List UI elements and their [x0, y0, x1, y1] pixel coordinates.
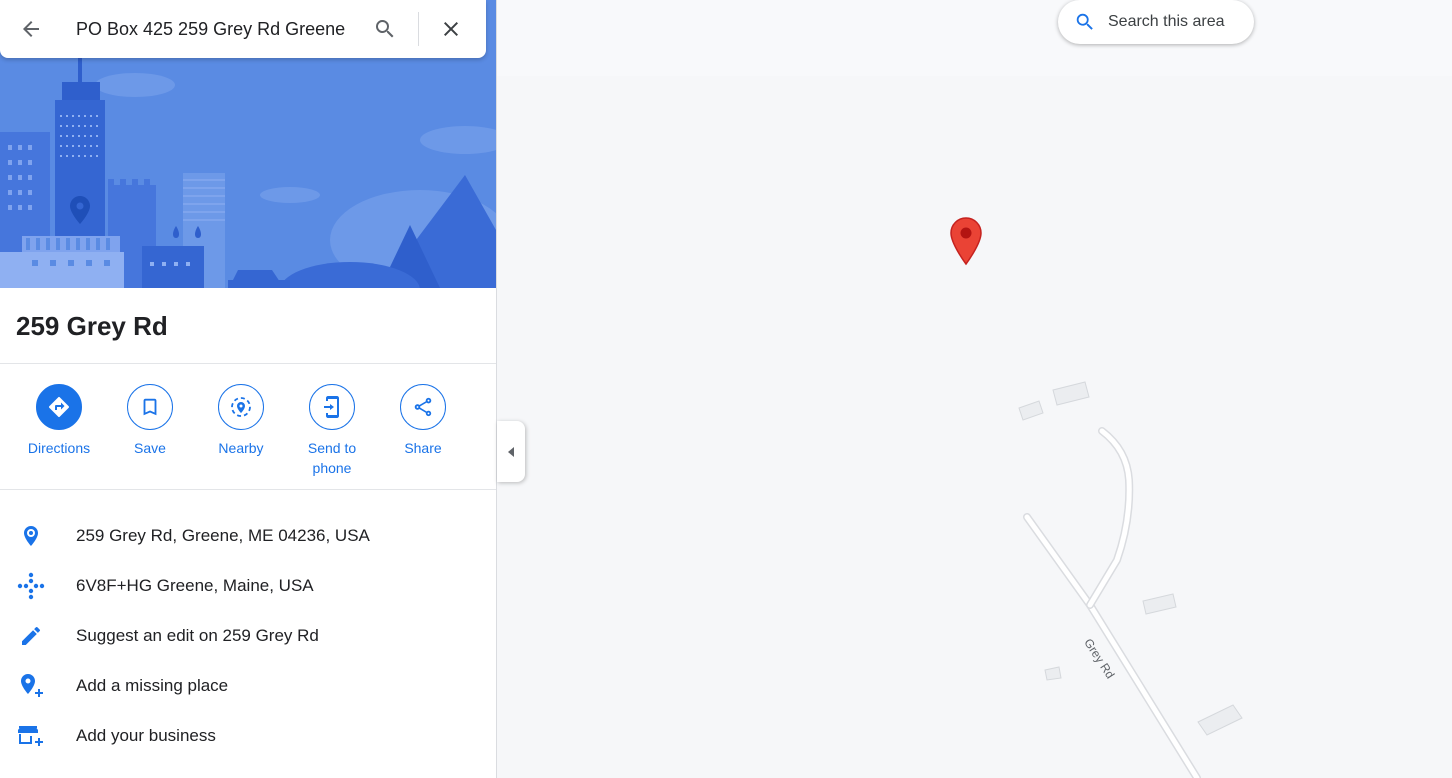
share-button[interactable]: Share: [378, 384, 468, 458]
add-business-row[interactable]: Add your business: [0, 710, 496, 760]
action-label: Save: [134, 440, 166, 456]
action-label: Share: [404, 440, 442, 456]
nearby-icon: [231, 397, 251, 417]
search-box: [0, 0, 486, 58]
arrow-left-icon: [23, 21, 39, 37]
add-business-text: Add your business: [76, 726, 216, 745]
add-place-icon: [21, 674, 43, 697]
plus-code-icon: [17, 572, 45, 600]
location-pin-icon: [24, 526, 38, 546]
address-text: 259 Grey Rd, Greene, ME 04236, USA: [76, 526, 370, 545]
map-roads: [1018, 381, 1243, 778]
bookmark-icon: [143, 398, 157, 416]
search-this-area-label: Search this area: [1108, 13, 1225, 30]
search-input[interactable]: [76, 17, 356, 41]
save-button[interactable]: Save: [105, 384, 195, 458]
location-marker[interactable]: [948, 216, 984, 266]
back-button[interactable]: [14, 12, 48, 46]
address-row[interactable]: 259 Grey Rd, Greene, ME 04236, USA: [0, 510, 496, 560]
map-canvas[interactable]: [497, 0, 1452, 778]
directions-button[interactable]: Directions: [14, 384, 104, 458]
nearby-button[interactable]: Nearby: [196, 384, 286, 458]
caret-left-icon: [508, 446, 514, 457]
suggest-edit-row[interactable]: Suggest an edit on 259 Grey Rd: [0, 610, 496, 660]
plus-code-text: 6V8F+HG Greene, Maine, USA: [76, 576, 314, 595]
plus-code-row[interactable]: 6V8F+HG Greene, Maine, USA: [0, 560, 496, 610]
search-this-area-button[interactable]: Search this area: [1058, 0, 1254, 44]
search-icon: [376, 20, 394, 38]
action-label: Send to phone: [307, 440, 357, 476]
search-icon: [1076, 13, 1093, 30]
action-bar: Directions Save Nearby Send to phone Sha…: [0, 384, 496, 484]
send-to-phone-icon: [324, 396, 339, 418]
add-missing-place-row[interactable]: Add a missing place: [0, 660, 496, 710]
map-pin-icon: [950, 217, 982, 266]
add-business-icon: [18, 726, 43, 746]
collapse-panel-button[interactable]: [497, 421, 525, 482]
place-title: 259 Grey Rd: [16, 311, 168, 341]
action-label: Nearby: [218, 440, 264, 456]
suggest-edit-text: Suggest an edit on 259 Grey Rd: [76, 626, 319, 645]
info-list: 259 Grey Rd, Greene, ME 04236, USA 6V8F+…: [0, 510, 496, 760]
search-divider: [418, 12, 419, 46]
divider: [0, 363, 496, 364]
pencil-icon: [22, 626, 41, 645]
directions-icon: [48, 396, 70, 418]
search-button[interactable]: [368, 12, 402, 46]
action-label: Directions: [27, 440, 91, 456]
place-panel: 259 Grey Rd Directions Save Nearby Send …: [0, 0, 497, 778]
divider: [0, 489, 496, 490]
send-to-phone-button[interactable]: Send to phone: [287, 384, 377, 478]
close-icon: [444, 22, 458, 36]
add-missing-place-text: Add a missing place: [76, 676, 229, 695]
close-search-button[interactable]: [434, 12, 468, 46]
share-icon: [414, 397, 432, 417]
